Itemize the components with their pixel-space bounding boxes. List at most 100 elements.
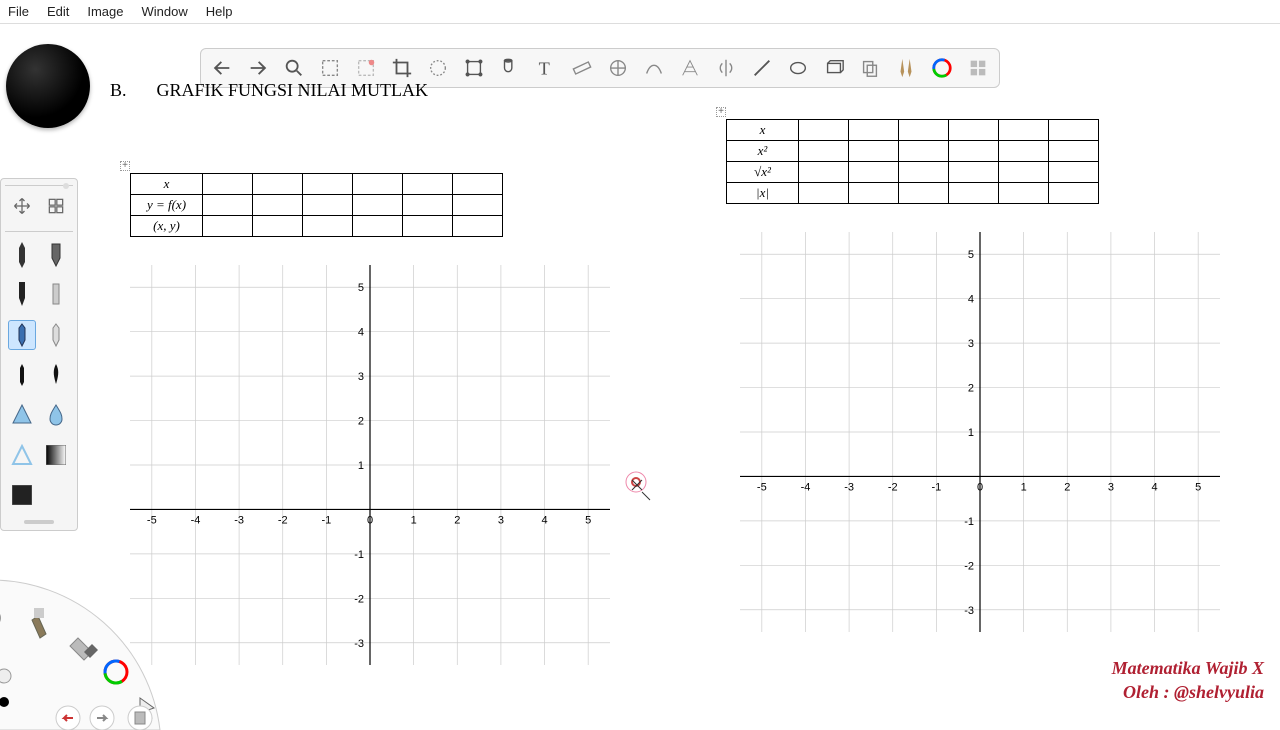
color-button[interactable]	[927, 53, 957, 83]
crop-button[interactable]	[387, 53, 417, 83]
tool-triangle[interactable]	[8, 440, 36, 470]
symmetry-button[interactable]	[711, 53, 741, 83]
tool-move[interactable]	[8, 191, 36, 221]
radial-drop-icon[interactable]	[0, 669, 11, 683]
tool-pen[interactable]	[8, 320, 36, 350]
right-table-row-sqrt: √x²	[727, 162, 799, 183]
svg-text:4: 4	[541, 514, 547, 526]
tool-gradient[interactable]	[42, 440, 70, 470]
watermark-line1: Matematika Wajib X	[1112, 657, 1264, 680]
bucket-button[interactable]	[495, 53, 525, 83]
svg-text:-2: -2	[354, 593, 364, 605]
menu-help[interactable]: Help	[206, 4, 233, 19]
menubar: File Edit Image Window Help	[0, 0, 1280, 24]
left-table-row-y: y = f(x)	[131, 195, 203, 216]
radial-redo-button[interactable]	[90, 706, 114, 730]
rect-button[interactable]	[819, 53, 849, 83]
svg-text:1: 1	[358, 460, 364, 472]
svg-text:4: 4	[358, 327, 364, 339]
left-table-row-xy: (x, y)	[131, 216, 203, 237]
svg-text:1: 1	[1021, 481, 1027, 493]
svg-text:3: 3	[968, 338, 974, 350]
radial-menu[interactable]	[0, 530, 210, 730]
ruler-button[interactable]	[567, 53, 597, 83]
tool-ink-brush[interactable]	[42, 360, 70, 390]
svg-text:0: 0	[367, 514, 373, 526]
tool-fill-black[interactable]	[8, 480, 36, 510]
section-letter: B.	[110, 80, 127, 101]
tool-marker[interactable]	[8, 280, 36, 310]
rect-select-button[interactable]	[315, 53, 345, 83]
svg-text:-5: -5	[147, 514, 157, 526]
tool-pencil[interactable]	[8, 240, 36, 270]
svg-text:T: T	[539, 58, 550, 78]
right-table-row-x2: x²	[727, 141, 799, 162]
left-table[interactable]: x y = f(x) (x, y)	[130, 173, 503, 237]
svg-text:2: 2	[1064, 481, 1070, 493]
svg-text:2: 2	[968, 383, 974, 395]
section-title: GRAFIK FUNGSI NILAI MUTLAK	[157, 80, 429, 101]
radial-undo-button[interactable]	[56, 706, 80, 730]
svg-text:-3: -3	[844, 481, 854, 493]
svg-text:5: 5	[585, 514, 591, 526]
tool-grid[interactable]	[42, 191, 70, 221]
right-table[interactable]: x x² √x² |x|	[726, 119, 1099, 204]
svg-text:3: 3	[1108, 481, 1114, 493]
curve-ruler-button[interactable]	[639, 53, 669, 83]
svg-text:-3: -3	[354, 638, 364, 650]
radial-delete-button[interactable]	[128, 706, 152, 730]
svg-text:-1: -1	[931, 481, 941, 493]
undo-button[interactable]	[207, 53, 237, 83]
rect-select-remove-button[interactable]	[351, 53, 381, 83]
right-chart-column: + x x² √x² |x| -5-4-3-2-1012345-3-2-1123…	[720, 121, 1270, 685]
left-toolbox	[0, 178, 78, 531]
brush-preview-circle[interactable]	[6, 44, 90, 128]
left-table-row-x: x	[131, 174, 203, 195]
table-handle-icon[interactable]: +	[120, 161, 130, 171]
watermark: Matematika Wajib X Oleh : @shelvyulia	[1112, 657, 1264, 704]
menu-edit[interactable]: Edit	[47, 4, 69, 19]
menu-image[interactable]: Image	[87, 4, 123, 19]
tool-cone[interactable]	[8, 400, 36, 430]
svg-text:-1: -1	[321, 514, 331, 526]
svg-text:-1: -1	[354, 549, 364, 561]
tool-fine-pen[interactable]	[8, 360, 36, 390]
ellipse-select-button[interactable]	[423, 53, 453, 83]
grid-button[interactable]	[963, 53, 993, 83]
svg-text:5: 5	[1195, 481, 1201, 493]
svg-text:-4: -4	[801, 481, 811, 493]
ellipse-button[interactable]	[783, 53, 813, 83]
tool-brush-wide[interactable]	[42, 240, 70, 270]
circle-ruler-button[interactable]	[603, 53, 633, 83]
brushes-button[interactable]	[891, 53, 921, 83]
menu-file[interactable]: File	[8, 4, 29, 19]
zoom-button[interactable]	[279, 53, 309, 83]
perspective-button[interactable]	[675, 53, 705, 83]
tool-pen-alt[interactable]	[42, 320, 70, 350]
tool-chalk[interactable]	[42, 280, 70, 310]
copy-button[interactable]	[855, 53, 885, 83]
redo-button[interactable]	[243, 53, 273, 83]
svg-text:4: 4	[968, 294, 974, 306]
svg-text:5: 5	[358, 282, 364, 294]
watermark-line2: Oleh : @shelvyulia	[1112, 681, 1264, 704]
svg-text:3: 3	[498, 514, 504, 526]
svg-text:5: 5	[968, 249, 974, 261]
svg-text:-5: -5	[757, 481, 767, 493]
svg-text:1: 1	[968, 427, 974, 439]
table-handle-icon[interactable]: +	[716, 107, 726, 117]
svg-text:-2: -2	[278, 514, 288, 526]
svg-text:-2: -2	[888, 481, 898, 493]
menu-window[interactable]: Window	[142, 4, 188, 19]
svg-text:-3: -3	[234, 514, 244, 526]
transform-button[interactable]	[459, 53, 489, 83]
svg-text:4: 4	[1151, 481, 1157, 493]
svg-text:1: 1	[411, 514, 417, 526]
right-table-row-x: x	[727, 120, 799, 141]
svg-text:-2: -2	[964, 560, 974, 572]
tool-water-drop[interactable]	[42, 400, 70, 430]
line-button[interactable]	[747, 53, 777, 83]
right-coordinate-grid: -5-4-3-2-1012345-3-2-112345	[720, 212, 1240, 652]
svg-text:2: 2	[358, 416, 364, 428]
text-button[interactable]: T	[531, 53, 561, 83]
